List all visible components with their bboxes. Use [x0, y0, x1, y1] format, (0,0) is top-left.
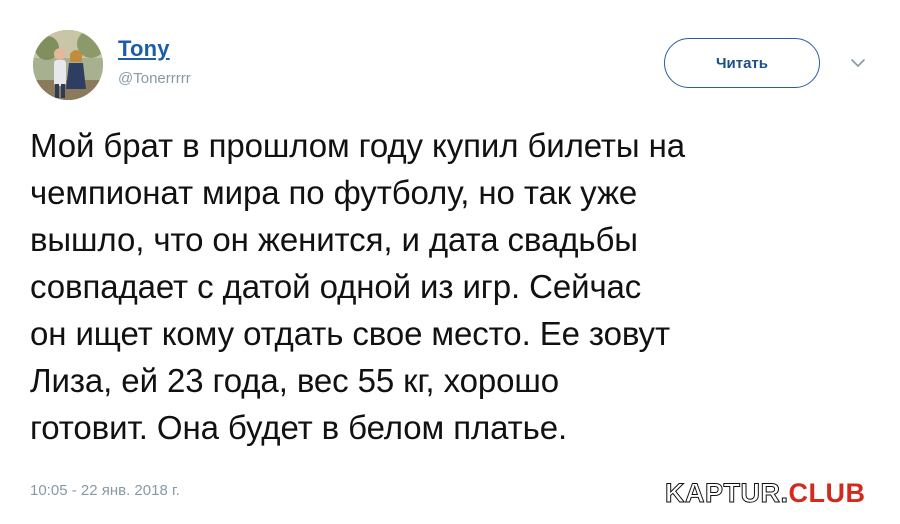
- user-name[interactable]: Tony: [118, 36, 170, 62]
- tweet-text-line: чемпионат мира по футболу, но так уже: [30, 174, 638, 211]
- tweet-text: Мой брат в прошлом году купил билеты на …: [30, 122, 880, 451]
- watermark-main-text: KAPTUR.: [665, 478, 789, 509]
- tweet-timestamp[interactable]: 10:05 - 22 янв. 2018 г.: [30, 482, 180, 499]
- tweet-text-line: совпадает с датой одной из игр. Сейчас: [30, 268, 642, 305]
- site-watermark: KAPTUR.CLUB: [665, 478, 866, 509]
- user-handle[interactable]: @Tonerrrrr: [118, 70, 191, 87]
- tweet-text-line: Мой брат в прошлом году купил билеты на: [30, 127, 685, 164]
- follow-button[interactable]: Читать: [664, 38, 820, 88]
- user-avatar[interactable]: [33, 30, 103, 100]
- more-options-chevron-down-icon[interactable]: [850, 56, 866, 70]
- avatar-photo: [33, 30, 103, 100]
- tweet-text-line: он ищет кому отдать свое место. Ее зовут: [30, 315, 670, 352]
- tweet-text-line: Лиза, ей 23 года, вес 55 кг, хорошо: [30, 362, 559, 399]
- watermark-accent-text: CLUB: [788, 478, 866, 508]
- tweet-text-line: готовит. Она будет в белом платье.: [30, 409, 568, 446]
- tweet-text-line: вышло, что он женится, и дата свадьбы: [30, 221, 638, 258]
- tweet-card: Tony @Tonerrrrr Читать Мой брат в прошло…: [0, 0, 900, 524]
